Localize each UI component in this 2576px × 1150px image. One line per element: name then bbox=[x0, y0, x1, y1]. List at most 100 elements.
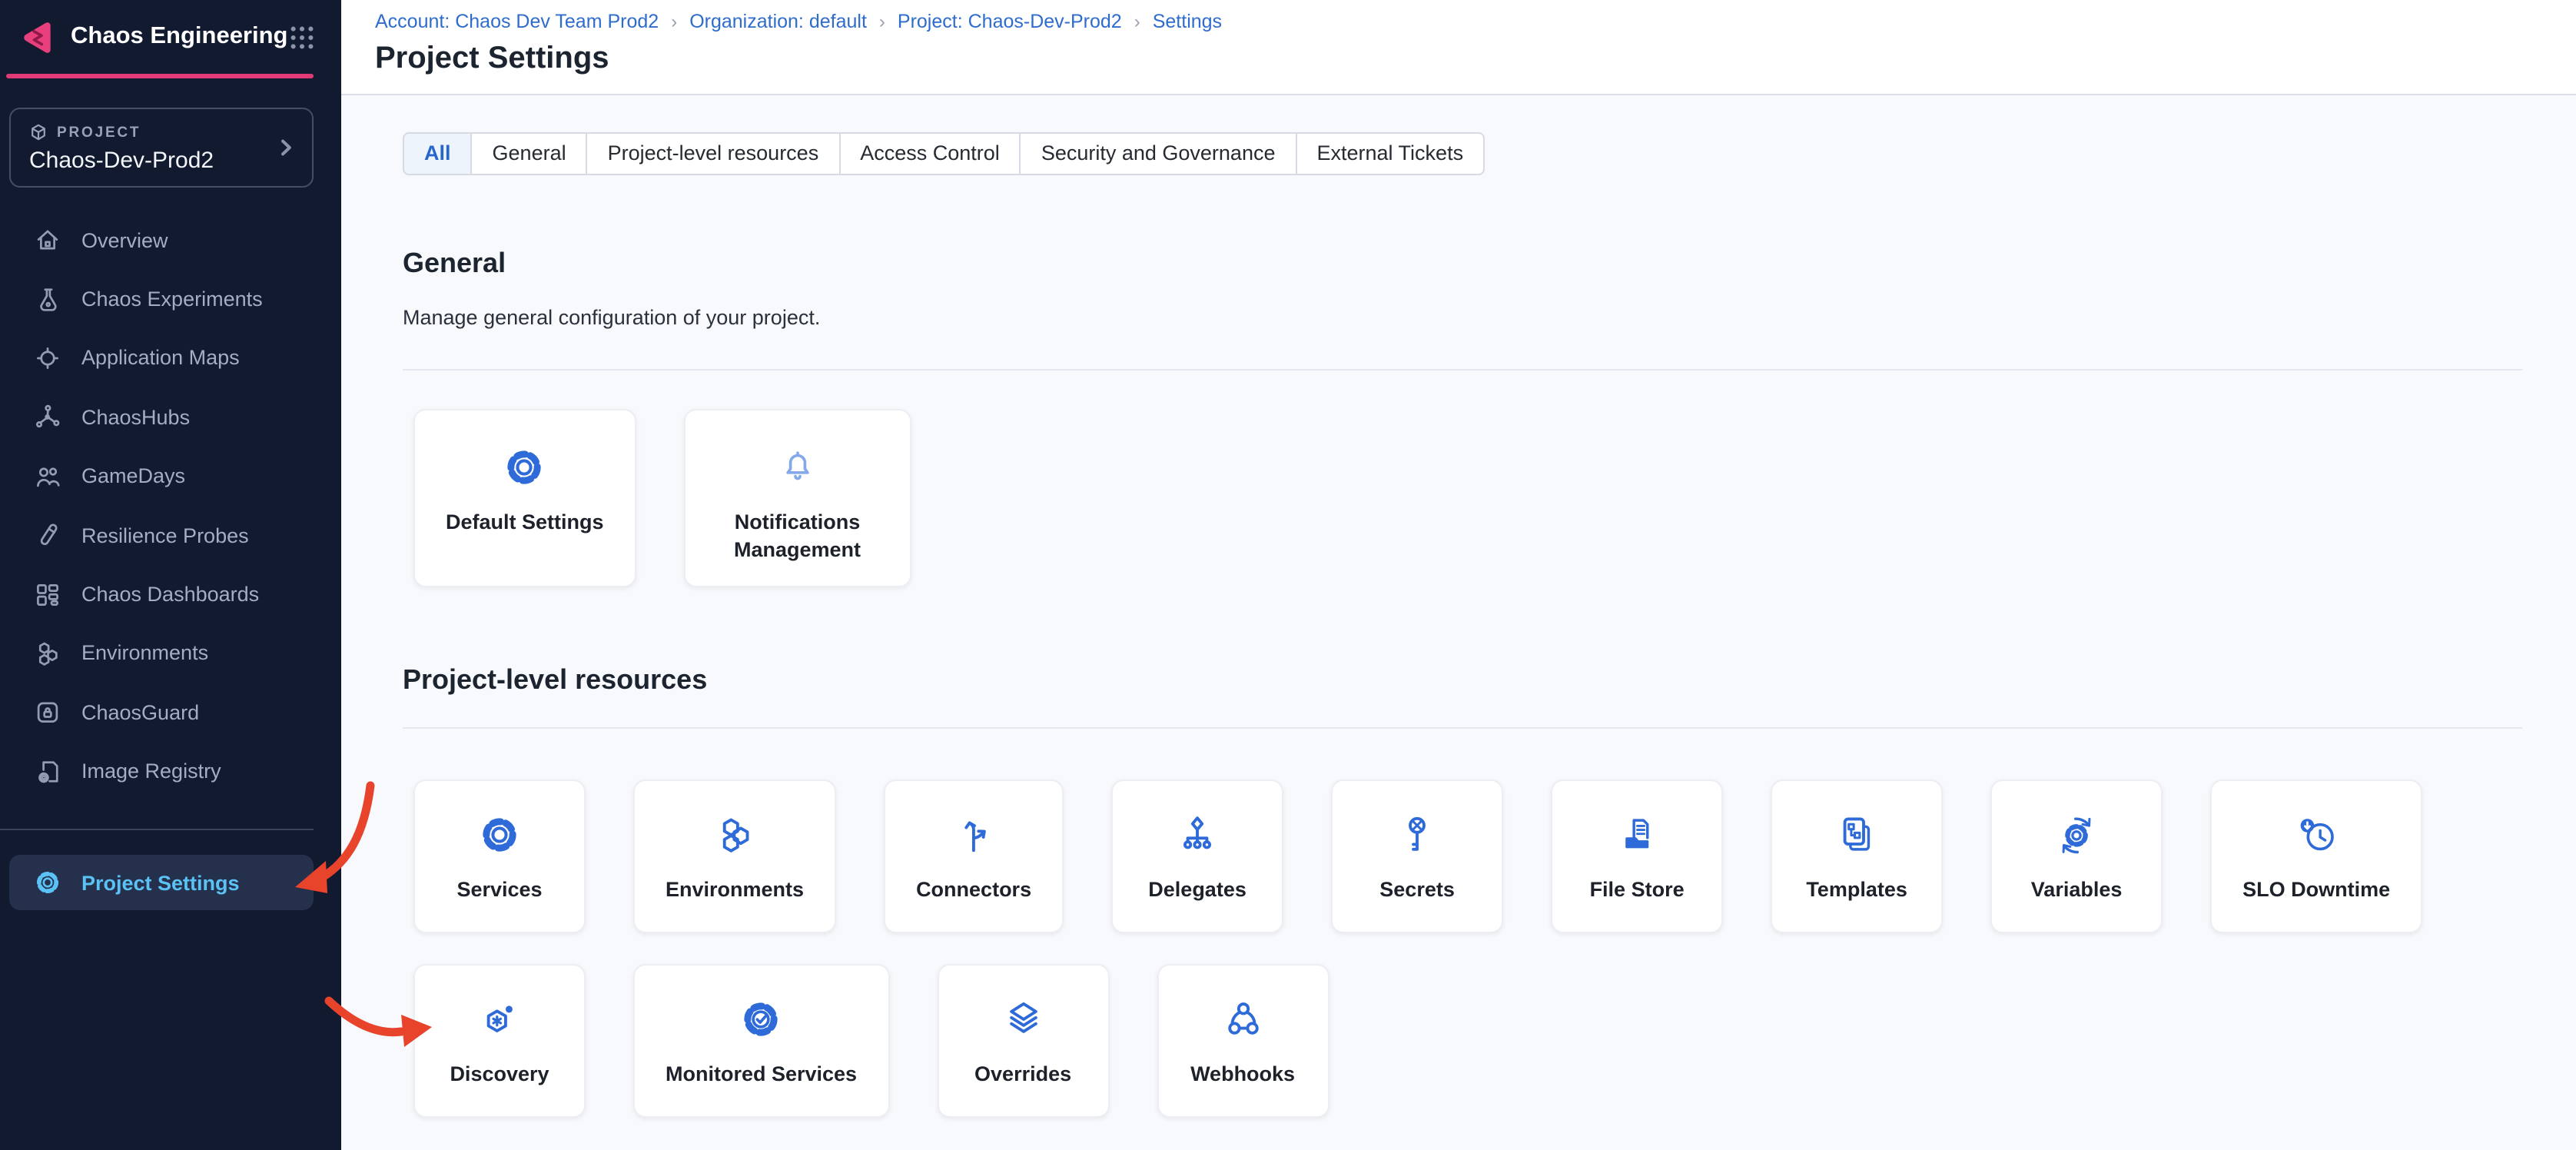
card-label: Notifications Management bbox=[716, 509, 879, 563]
card-monitored-services[interactable]: Monitored Services bbox=[633, 964, 889, 1118]
sidebar-divider bbox=[0, 829, 314, 830]
app-grid-icon[interactable] bbox=[288, 22, 317, 52]
sidebar-item-label: Project Settings bbox=[81, 871, 240, 894]
section-divider bbox=[403, 727, 2522, 729]
test-tube-icon bbox=[34, 521, 61, 549]
main-content: Account: Chaos Dev Team Prod2 › Organiza… bbox=[341, 0, 2576, 1150]
sidebar-nav: Overview Chaos Experiments Application M… bbox=[0, 211, 341, 801]
project-selector-name: Chaos-Dev-Prod2 bbox=[29, 148, 294, 174]
tab-access-control[interactable]: Access Control bbox=[838, 134, 1020, 174]
card-label: Services bbox=[456, 876, 542, 903]
sidebar-item-label: Chaos Dashboards bbox=[81, 583, 259, 606]
card-label: Delegates bbox=[1148, 876, 1247, 903]
card-discovery[interactable]: Discovery bbox=[413, 964, 586, 1118]
sidebar-item-resilience-probes[interactable]: Resilience Probes bbox=[0, 506, 341, 565]
chevron-separator-icon: › bbox=[671, 11, 677, 32]
card-default-settings[interactable]: Default Settings bbox=[413, 409, 636, 587]
card-label: Secrets bbox=[1379, 876, 1455, 903]
tab-external-tickets[interactable]: External Tickets bbox=[1296, 134, 1484, 174]
card-label: Overrides bbox=[974, 1061, 1071, 1088]
card-label: Monitored Services bbox=[666, 1061, 857, 1088]
bell-icon bbox=[775, 444, 821, 490]
sidebar-item-label: Resilience Probes bbox=[81, 523, 249, 547]
tab-project-level-resources[interactable]: Project-level resources bbox=[586, 134, 839, 174]
sidebar-item-chaos-experiments[interactable]: Chaos Experiments bbox=[0, 270, 341, 329]
section-description-general: Manage general configuration of your pro… bbox=[403, 306, 2522, 329]
card-label: Webhooks bbox=[1190, 1061, 1295, 1088]
card-label: Templates bbox=[1806, 876, 1907, 903]
general-cards-row: Default Settings Notifications Managemen… bbox=[413, 409, 2522, 587]
card-templates[interactable]: Templates bbox=[1771, 779, 1943, 933]
sidebar-item-label: GameDays bbox=[81, 465, 185, 488]
project-selector-label: PROJECT bbox=[57, 124, 141, 141]
webhook-icon bbox=[1220, 996, 1266, 1042]
dashboard-icon bbox=[34, 580, 61, 608]
target-icon bbox=[34, 344, 61, 372]
sidebar-item-gamedays[interactable]: GameDays bbox=[0, 447, 341, 506]
page-title: Project Settings bbox=[375, 42, 2576, 77]
page-header: Account: Chaos Dev Team Prod2 › Organiza… bbox=[341, 0, 2576, 95]
card-label: Discovery bbox=[450, 1061, 549, 1088]
card-webhooks[interactable]: Webhooks bbox=[1157, 964, 1329, 1118]
file-tray-icon bbox=[1614, 812, 1660, 858]
flask-icon bbox=[34, 285, 61, 313]
settings-filter-tabs: All General Project-level resources Acce… bbox=[403, 132, 1485, 175]
card-connectors[interactable]: Connectors bbox=[884, 779, 1064, 933]
gear-icon bbox=[476, 812, 523, 858]
section-heading-general: General bbox=[403, 248, 2522, 280]
sidebar-item-image-registry[interactable]: Image Registry bbox=[0, 742, 341, 801]
breadcrumb-settings[interactable]: Settings bbox=[1153, 11, 1222, 32]
card-overrides[interactable]: Overrides bbox=[937, 964, 1109, 1118]
sidebar-item-chaosguard[interactable]: ChaosGuard bbox=[0, 683, 341, 742]
sidebar-item-chaos-dashboards[interactable]: Chaos Dashboards bbox=[0, 565, 341, 624]
sidebar-item-chaoshubs[interactable]: ChaosHubs bbox=[0, 387, 341, 447]
sidebar-item-overview[interactable]: Overview bbox=[0, 211, 341, 270]
card-notifications-management[interactable]: Notifications Management bbox=[684, 409, 911, 587]
hexagons-icon bbox=[712, 812, 758, 858]
breadcrumb-account[interactable]: Account: Chaos Dev Team Prod2 bbox=[375, 11, 659, 32]
breadcrumb-project[interactable]: Project: Chaos-Dev-Prod2 bbox=[898, 11, 1122, 32]
tab-general[interactable]: General bbox=[471, 134, 586, 174]
org-chart-icon bbox=[1174, 812, 1220, 858]
layers-icon bbox=[1000, 996, 1046, 1042]
chevron-separator-icon: › bbox=[879, 11, 885, 32]
card-environments[interactable]: Environments bbox=[633, 779, 836, 933]
sidebar-item-label: ChaosHubs bbox=[81, 406, 190, 429]
sidebar-item-label: Overview bbox=[81, 228, 168, 251]
branch-arrows-icon bbox=[951, 812, 997, 858]
sidebar-item-project-settings[interactable]: Project Settings bbox=[9, 855, 314, 910]
tab-all[interactable]: All bbox=[404, 134, 471, 174]
templates-icon bbox=[1834, 812, 1880, 858]
sidebar-item-environments[interactable]: Environments bbox=[0, 623, 341, 683]
card-label: Connectors bbox=[916, 876, 1031, 903]
key-icon bbox=[1394, 812, 1440, 858]
sidebar-item-label: ChaosGuard bbox=[81, 701, 199, 724]
page-body: All General Project-level resources Acce… bbox=[341, 95, 2576, 1118]
card-slo-downtime[interactable]: SLO Downtime bbox=[2210, 779, 2422, 933]
sidebar-item-label: Image Registry bbox=[81, 759, 221, 783]
card-services[interactable]: Services bbox=[413, 779, 586, 933]
card-label: Default Settings bbox=[446, 509, 604, 536]
sidebar-item-application-maps[interactable]: Application Maps bbox=[0, 329, 341, 388]
card-variables[interactable]: Variables bbox=[1990, 779, 2163, 933]
shield-lock-icon bbox=[34, 699, 61, 726]
card-delegates[interactable]: Delegates bbox=[1111, 779, 1283, 933]
card-label: Environments bbox=[666, 876, 804, 903]
gear-sync-icon bbox=[2053, 812, 2100, 858]
sidebar: Chaos Engineering PROJECT Chaos-Dev-Prod… bbox=[0, 0, 341, 1150]
card-file-store[interactable]: File Store bbox=[1551, 779, 1723, 933]
breadcrumb-organization[interactable]: Organization: default bbox=[689, 11, 867, 32]
gear-icon bbox=[502, 444, 548, 490]
project-selector[interactable]: PROJECT Chaos-Dev-Prod2 bbox=[9, 108, 314, 188]
sidebar-item-label: Application Maps bbox=[81, 347, 240, 370]
card-label: File Store bbox=[1590, 876, 1685, 903]
network-icon bbox=[34, 404, 61, 431]
section-heading-resources: Project-level resources bbox=[403, 664, 2522, 696]
chevron-right-icon bbox=[275, 137, 297, 158]
card-secrets[interactable]: Secrets bbox=[1331, 779, 1503, 933]
home-icon bbox=[34, 226, 61, 254]
tab-security-and-governance[interactable]: Security and Governance bbox=[1020, 134, 1296, 174]
gear-check-icon bbox=[739, 996, 785, 1042]
resource-cards-row-1: Services Environments bbox=[413, 779, 2522, 933]
cube-icon bbox=[29, 123, 48, 141]
